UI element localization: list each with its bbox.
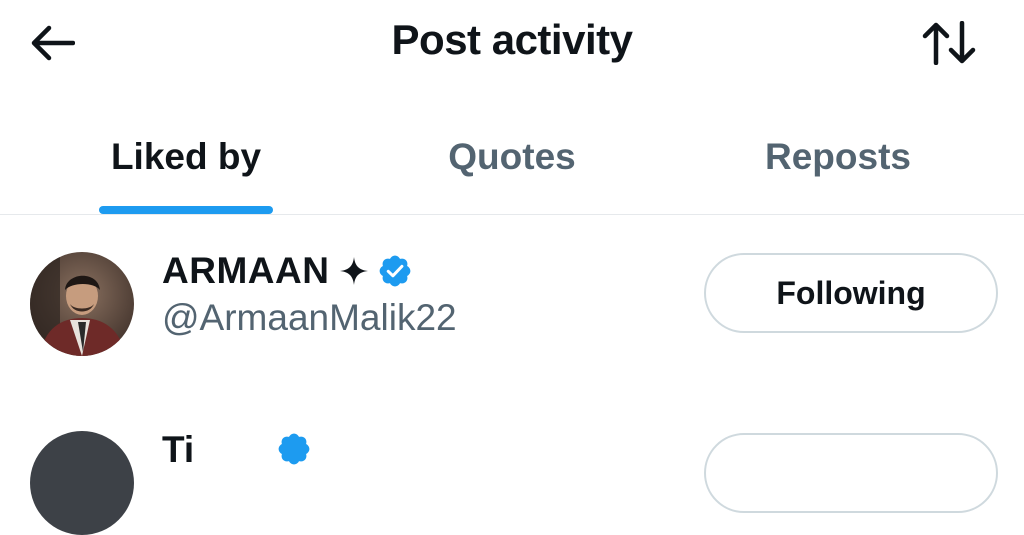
- user-name-line: ARMAAN: [162, 249, 413, 293]
- avatar[interactable]: [30, 431, 134, 535]
- tab-liked-by[interactable]: Liked by: [60, 110, 312, 214]
- sort-arrows-icon: [922, 21, 976, 65]
- verified-badge-icon: [377, 253, 413, 289]
- avatar-image: [30, 252, 134, 356]
- following-button[interactable]: Following: [704, 253, 998, 333]
- verified-badge-icon: [276, 431, 312, 472]
- sort-button[interactable]: [918, 18, 980, 68]
- tab-label: Liked by: [110, 136, 262, 177]
- user-list-item[interactable]: Ti: [0, 385, 1024, 535]
- page-title: Post activity: [391, 16, 633, 63]
- user-list-item[interactable]: ARMAAN @ArmaanMalik22 Following: [0, 215, 1024, 385]
- user-display-name[interactable]: ARMAAN: [162, 250, 329, 292]
- tab-quotes[interactable]: Quotes: [386, 110, 638, 214]
- tab-bar: Liked by Quotes Reposts: [0, 110, 1024, 214]
- avatar[interactable]: [30, 252, 134, 356]
- user-handle: @ArmaanMalik22: [162, 297, 457, 338]
- top-bar: Post activity: [0, 0, 1024, 88]
- sparkle-icon: [339, 256, 369, 286]
- active-tab-indicator: [99, 206, 273, 214]
- tab-label: Reposts: [765, 136, 911, 177]
- tab-label: Quotes: [448, 136, 576, 177]
- follow-button[interactable]: [704, 433, 998, 513]
- tab-reposts[interactable]: Reposts: [712, 110, 964, 214]
- user-display-name[interactable]: Ti: [162, 429, 194, 471]
